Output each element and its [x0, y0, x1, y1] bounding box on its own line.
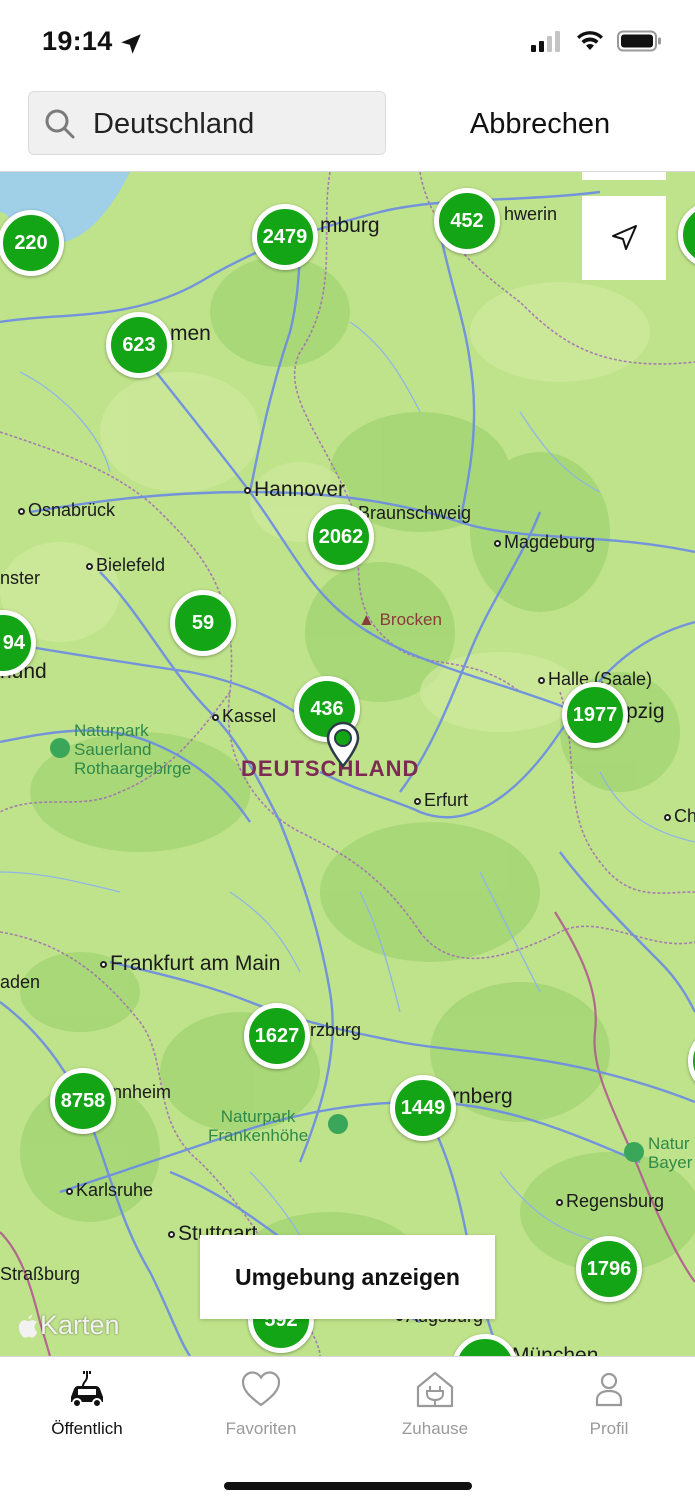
- person-icon: [595, 1372, 623, 1407]
- charger-cluster[interactable]: 1977: [562, 682, 628, 748]
- tab-label: Zuhause: [401, 1419, 469, 1438]
- city-label: rzburg: [310, 1020, 362, 1040]
- search-header: Abbrechen: [0, 88, 695, 172]
- charger-cluster[interactable]: 1627: [244, 1003, 310, 1069]
- battery-icon: [617, 30, 661, 52]
- city-label: Erfurt: [414, 790, 468, 811]
- search-input[interactable]: [93, 106, 373, 142]
- tab-label: Profil: [589, 1419, 629, 1438]
- city-label: Ch: [664, 806, 695, 827]
- navigation-arrow-icon: [612, 225, 637, 250]
- locate-me-button[interactable]: [582, 196, 666, 280]
- electric-car-icon: [71, 1371, 103, 1408]
- city-label: Bielefeld: [86, 555, 165, 576]
- wifi-icon: [577, 31, 603, 50]
- charger-cluster[interactable]: 8758: [50, 1068, 116, 1134]
- tab-label: Öffentlich: [51, 1419, 123, 1438]
- status-time: 19:14: [42, 26, 113, 56]
- charger-cluster[interactable]: 1796: [576, 1236, 642, 1302]
- map-pin-icon: [326, 721, 360, 768]
- tab-bar: Öffentlich Favoriten Zuhause Profil: [0, 1356, 695, 1504]
- apple-logo-icon: [18, 1314, 38, 1338]
- home-charger-icon: [416, 1371, 454, 1408]
- location-arrow-icon: [121, 34, 141, 54]
- search-box[interactable]: [28, 91, 386, 155]
- city-label: mburg: [320, 214, 380, 237]
- charger-cluster[interactable]: 623: [106, 312, 172, 378]
- city-label: Kassel: [212, 706, 276, 727]
- city-label: nnheim: [112, 1082, 172, 1102]
- city-label: Regensburg: [556, 1191, 664, 1212]
- status-bar: 19:14: [0, 0, 695, 88]
- city-label: rnberg: [452, 1085, 513, 1108]
- city-label: men: [170, 322, 211, 345]
- peak-label: ▲ Brocken: [358, 610, 442, 629]
- show-area-button[interactable]: Umgebung anzeigen: [200, 1235, 495, 1319]
- city-label: aden: [0, 972, 41, 992]
- tab-zuhause[interactable]: Zuhause: [348, 1367, 522, 1451]
- city-label: Braunschweig: [358, 503, 472, 523]
- charger-cluster[interactable]: 59: [170, 590, 236, 656]
- city-label: pzig: [626, 700, 665, 723]
- park-label: Naturpark Frankenhöhe: [208, 1107, 309, 1145]
- tab-label: Favoriten: [225, 1419, 297, 1438]
- city-label: Osnabrück: [18, 500, 115, 521]
- search-icon: [45, 109, 75, 139]
- cellular-signal-icon: [531, 31, 560, 52]
- charger-cluster[interactable]: 220: [0, 210, 64, 276]
- park-tree-icon: [624, 1142, 644, 1162]
- city-label: Frankfurt am Main: [100, 952, 280, 976]
- tab-oeffentlich[interactable]: Öffentlich: [0, 1367, 174, 1451]
- charger-cluster[interactable]: 2479: [252, 204, 318, 270]
- city-label: nster: [0, 568, 41, 588]
- home-indicator[interactable]: [224, 1482, 472, 1490]
- city-label: Karlsruhe: [66, 1180, 153, 1201]
- city-label: hwerin: [504, 204, 558, 224]
- city-label: Magdeburg: [494, 532, 595, 553]
- charger-cluster[interactable]: 2062: [308, 504, 374, 570]
- maps-attribution: Karten: [18, 1310, 120, 1341]
- park-tree-icon: [328, 1114, 348, 1134]
- park-tree-icon: [50, 738, 70, 758]
- map-control-strip: [582, 172, 666, 180]
- tab-favoriten[interactable]: Favoriten: [174, 1367, 348, 1451]
- heart-icon: [241, 1371, 281, 1407]
- tab-profil[interactable]: Profil: [522, 1367, 695, 1451]
- park-label: Naturpark Sauerland Rothaargebirge: [74, 721, 192, 778]
- park-label: Natur Bayer: [648, 1134, 693, 1172]
- cancel-button[interactable]: Abbrechen: [450, 102, 630, 146]
- status-indicators: [531, 30, 663, 52]
- city-label: München: [512, 1344, 599, 1356]
- charger-cluster[interactable]: 452: [434, 188, 500, 254]
- charger-cluster[interactable]: 1449: [390, 1075, 456, 1141]
- city-label: Straßburg: [0, 1264, 81, 1284]
- maps-attribution-text: Karten: [40, 1310, 120, 1340]
- city-label: Hannover: [244, 478, 345, 502]
- map-view[interactable]: mburg hwerin men Hannover Osnabrück Brau…: [0, 172, 695, 1356]
